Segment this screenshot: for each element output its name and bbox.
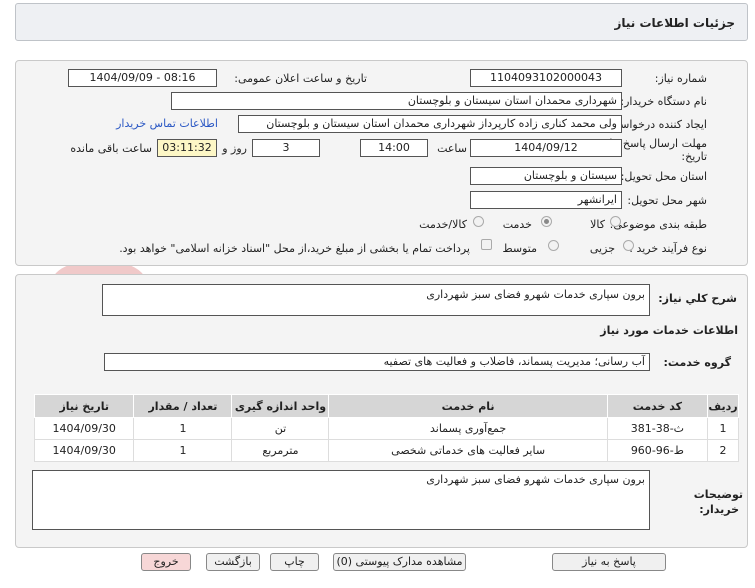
service-group-label: گروه خدمت: xyxy=(663,356,731,369)
deadline-time-field: 14:00 xyxy=(360,139,428,157)
cell-unit: تن xyxy=(231,417,330,440)
cell-service-name: جمع‌آوری پسماند xyxy=(328,417,608,440)
province-field: سیستان و بلوچستان xyxy=(470,167,622,185)
description-field: برون سپاری خدمات شهرو فضای سبز شهرداری xyxy=(102,284,650,316)
city-field: ایرانشهر xyxy=(470,191,622,209)
process-radio-medium[interactable] xyxy=(548,240,559,251)
description-label: شرح کلي نياز: xyxy=(658,292,737,305)
category-radio-goods-service[interactable] xyxy=(473,216,484,227)
col-row: ردیف xyxy=(707,394,739,418)
buyer-contact-link[interactable]: اطلاعات تماس خریدار xyxy=(116,117,218,130)
page-header: جزئیات اطلاعات نیاز xyxy=(15,3,748,41)
cell-service-code: ث-38-381 xyxy=(606,417,709,440)
cell-row: 2 xyxy=(707,439,739,462)
cell-quantity: 1 xyxy=(133,439,233,462)
province-label: استان محل تحویل: xyxy=(620,170,707,183)
cell-need-date: 1404/09/30 xyxy=(33,417,135,440)
category-option-goods-service: کالا/خدمت xyxy=(419,218,467,231)
category-option-service: خدمت xyxy=(502,218,532,231)
need-info-panel xyxy=(15,60,748,266)
process-radio-minor[interactable] xyxy=(623,240,634,251)
creator-field: ولی محمد کناری زاده کارپرداز شهرداری محم… xyxy=(238,115,622,133)
cell-unit: مترمربع xyxy=(231,439,330,462)
cell-service-code: ط-96-960 xyxy=(606,439,709,462)
buyer-notes-field: برون سپاری خدمات شهرو فضای سبز شهرداری xyxy=(32,470,650,530)
exit-button[interactable]: خروج xyxy=(141,553,191,571)
category-label: طبقه بندی موضوعی: xyxy=(609,218,707,231)
service-group-field: آب رسانی؛ مدیریت پسماند، فاضلاب و فعالیت… xyxy=(104,353,650,371)
col-unit: واحد اندازه گیری xyxy=(231,394,330,418)
cell-quantity: 1 xyxy=(133,417,233,440)
cell-row: 1 xyxy=(707,417,739,440)
deadline-label: مهلت ارسال پاسخ: تا xyxy=(609,137,707,150)
deadline-date-field: 1404/09/12 xyxy=(470,139,622,157)
remaining-time-field: 03:11:32 xyxy=(157,139,217,157)
col-need-date: تاریخ نیاز xyxy=(33,394,135,418)
print-button[interactable]: چاپ xyxy=(270,553,319,571)
attachments-button[interactable]: مشاهده مدارک پیوستی (0) xyxy=(333,553,466,571)
services-section-title: اطلاعات خدمات مورد نیاز xyxy=(600,324,738,337)
buyer-label: نام دستگاه خریدار: xyxy=(620,95,707,108)
deadline-label-2: تاریخ: xyxy=(681,150,707,163)
table-header-row: ردیف کد خدمت نام خدمت واحد اندازه گیری ت… xyxy=(33,394,739,418)
process-option-medium: متوسط xyxy=(502,242,537,255)
col-quantity: تعداد / مقدار xyxy=(133,394,233,418)
cell-need-date: 1404/09/30 xyxy=(33,439,135,462)
category-option-goods: کالا xyxy=(590,218,605,231)
table-row: 2 ط-96-960 سایر فعالیت های خدماتی شخصی م… xyxy=(33,439,739,462)
table-row: 1 ث-38-381 جمع‌آوری پسماند تن 1 1404/09/… xyxy=(33,417,739,440)
treasury-payment-note: پرداخت تمام یا بخشی از مبلغ خرید،از محل … xyxy=(119,242,470,255)
category-radio-goods[interactable] xyxy=(610,216,621,227)
announce-field: 1404/09/09 - 08:16 xyxy=(68,69,217,87)
col-service-name: نام خدمت xyxy=(328,394,608,418)
days-label: روز و xyxy=(222,142,247,155)
need-number-label: شماره نیاز: xyxy=(654,72,707,85)
category-radio-service[interactable] xyxy=(541,216,552,227)
buyer-notes-label-2: خریدار: xyxy=(699,503,739,516)
announce-label: تاریخ و ساعت اعلان عمومی: xyxy=(234,72,367,85)
treasury-payment-checkbox[interactable] xyxy=(481,239,492,250)
cell-service-name: سایر فعالیت های خدماتی شخصی xyxy=(328,439,608,462)
buyer-field: شهرداری محمدان استان سیستان و بلوچستان xyxy=(171,92,622,110)
page-title: جزئیات اطلاعات نیاز xyxy=(614,16,735,30)
reply-button[interactable]: پاسخ به نیاز xyxy=(552,553,666,571)
buyer-notes-label: توضیحات xyxy=(693,488,743,501)
need-number-field: 1104093102000043 xyxy=(470,69,622,87)
services-table: ردیف کد خدمت نام خدمت واحد اندازه گیری ت… xyxy=(33,394,739,462)
process-option-minor: جزیی xyxy=(589,242,615,255)
process-label: نوع فرآیند خرید : xyxy=(629,242,707,255)
time-label: ساعت xyxy=(437,142,467,155)
city-label: شهر محل تحویل: xyxy=(627,194,707,207)
back-button[interactable]: بازگشت xyxy=(206,553,260,571)
col-service-code: کد خدمت xyxy=(606,394,709,418)
days-field: 3 xyxy=(252,139,320,157)
remaining-label: ساعت باقی مانده xyxy=(70,142,152,155)
